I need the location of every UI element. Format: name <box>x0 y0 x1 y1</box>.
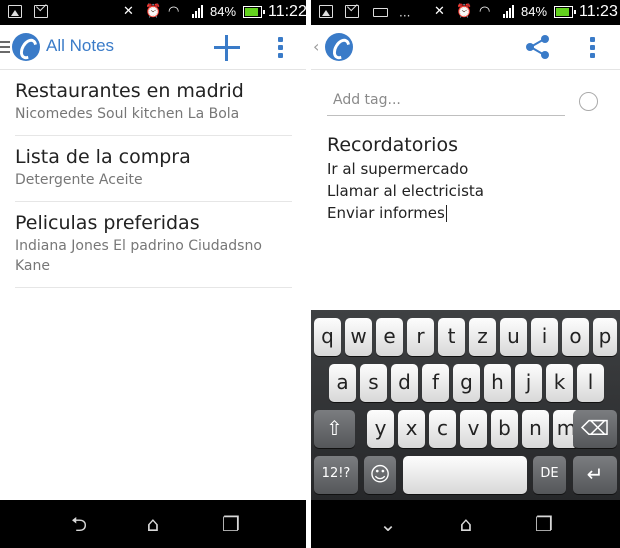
note-title: Lista de la compra <box>15 146 191 168</box>
clock: 11:22 <box>268 3 306 20</box>
key-f[interactable]: f <box>422 364 449 402</box>
image-notification-icon <box>8 5 22 18</box>
emoji-key[interactable]: ☺ <box>364 456 396 494</box>
signal-icon <box>192 5 206 18</box>
battery-percent: 84% <box>210 4 237 19</box>
app-bar: All Notes <box>0 25 306 70</box>
notes-list-screen: ✕ ⏰ ◠ 84% 11:22 All Notes Restaurantes e… <box>0 0 306 548</box>
key-p[interactable]: p <box>593 318 617 356</box>
battery-percent: 84% <box>521 4 548 19</box>
note-line-text: Enviar informes <box>327 204 445 222</box>
key-g[interactable]: g <box>453 364 480 402</box>
note-preview: Indiana Jones El padrino Ciudadsno Kane <box>15 238 262 274</box>
navigation-bar: ⌄ ⌂ ❐ <box>311 500 620 548</box>
note-title: Peliculas preferidas <box>15 212 200 234</box>
wifi-icon: ◠ <box>479 4 491 19</box>
note-title: Restaurantes en madrid <box>15 80 244 102</box>
pin-toggle-icon[interactable] <box>579 92 598 111</box>
simplenote-logo-icon[interactable] <box>325 33 353 61</box>
dots-notification-icon: ··· <box>399 9 411 23</box>
note-line[interactable]: Llamar al electricista <box>327 180 607 202</box>
notes-list: Restaurantes en madrid Nicomedes Soul ki… <box>15 70 292 288</box>
list-item[interactable]: Restaurantes en madrid Nicomedes Soul ki… <box>15 70 292 136</box>
mute-icon: ✕ <box>123 4 134 19</box>
mute-icon: ✕ <box>434 4 445 19</box>
key-b[interactable]: b <box>491 410 518 448</box>
key-j[interactable]: j <box>515 364 542 402</box>
on-screen-keyboard: q w e r t z u i o p a s d f g h j k l ⇧ … <box>311 310 620 500</box>
recent-apps-icon[interactable]: ❐ <box>218 512 244 536</box>
key-r[interactable]: r <box>407 318 434 356</box>
key-q[interactable]: q <box>314 318 341 356</box>
key-e[interactable]: e <box>376 318 403 356</box>
back-chevron-icon[interactable]: ‹ <box>313 39 319 55</box>
enter-key[interactable]: ↵ <box>573 456 617 494</box>
navigation-bar: ⮌ ⌂ ❐ <box>0 500 306 548</box>
key-u[interactable]: u <box>500 318 527 356</box>
keyboard-notification-icon <box>373 8 388 17</box>
shift-key[interactable]: ⇧ <box>314 410 355 448</box>
recent-apps-icon[interactable]: ❐ <box>531 512 557 536</box>
home-icon[interactable]: ⌂ <box>453 512 479 536</box>
key-x[interactable]: x <box>398 410 425 448</box>
key-n[interactable]: n <box>522 410 549 448</box>
home-icon[interactable]: ⌂ <box>140 512 166 536</box>
backspace-key[interactable]: ⌫ <box>573 410 617 448</box>
key-k[interactable]: k <box>546 364 573 402</box>
alarm-icon: ⏰ <box>456 4 473 19</box>
key-d[interactable]: d <box>391 364 418 402</box>
note-title[interactable]: Recordatorios <box>327 132 607 158</box>
note-preview: Detergente Aceite <box>15 172 143 188</box>
key-z[interactable]: z <box>469 318 496 356</box>
key-a[interactable]: a <box>329 364 356 402</box>
key-l[interactable]: l <box>577 364 604 402</box>
signal-icon <box>503 5 517 18</box>
back-icon[interactable]: ⮌ <box>66 512 92 536</box>
key-v[interactable]: v <box>460 410 487 448</box>
app-bar: ‹ <box>311 25 620 70</box>
battery-icon <box>554 6 576 18</box>
key-t[interactable]: t <box>438 318 465 356</box>
key-c[interactable]: c <box>429 410 456 448</box>
list-item[interactable]: Peliculas preferidas Indiana Jones El pa… <box>15 202 292 288</box>
key-i[interactable]: i <box>531 318 558 356</box>
space-key[interactable] <box>403 456 527 494</box>
hide-keyboard-icon[interactable]: ⌄ <box>375 512 401 536</box>
note-editor[interactable]: Recordatorios Ir al supermercado Llamar … <box>327 132 607 224</box>
key-h[interactable]: h <box>484 364 511 402</box>
add-tag-input[interactable] <box>327 84 565 116</box>
key-w[interactable]: w <box>345 318 372 356</box>
key-s[interactable]: s <box>360 364 387 402</box>
note-editor-screen: ··· ✕ ⏰ ◠ 84% 11:23 ‹ Recordatorios Ir a… <box>311 0 620 548</box>
status-bar: ··· ✕ ⏰ ◠ 84% 11:23 <box>311 0 620 25</box>
note-line[interactable]: Enviar informes <box>327 202 607 224</box>
language-key[interactable]: DE <box>533 456 566 494</box>
share-icon[interactable] <box>526 34 550 60</box>
symbols-key[interactable]: 12!? <box>314 456 358 494</box>
mail-notification-icon <box>345 5 359 18</box>
wifi-icon: ◠ <box>168 4 180 19</box>
clock: 11:23 <box>579 3 618 20</box>
menu-icon[interactable] <box>0 41 10 53</box>
overflow-menu-icon[interactable] <box>278 37 284 59</box>
key-y[interactable]: y <box>367 410 394 448</box>
battery-icon <box>243 6 265 18</box>
mail-notification-icon <box>34 5 48 18</box>
simplenote-logo-icon[interactable] <box>12 33 40 61</box>
image-notification-icon <box>319 5 333 18</box>
list-item[interactable]: Lista de la compra Detergente Aceite <box>15 136 292 202</box>
alarm-icon: ⏰ <box>145 4 162 19</box>
note-preview: Nicomedes Soul kitchen La Bola <box>15 106 240 122</box>
key-o[interactable]: o <box>562 318 589 356</box>
page-title[interactable]: All Notes <box>46 36 114 56</box>
add-note-icon[interactable] <box>214 35 240 61</box>
text-cursor <box>445 205 447 222</box>
status-bar: ✕ ⏰ ◠ 84% 11:22 <box>0 0 306 25</box>
overflow-menu-icon[interactable] <box>590 37 596 59</box>
note-line[interactable]: Ir al supermercado <box>327 158 607 180</box>
